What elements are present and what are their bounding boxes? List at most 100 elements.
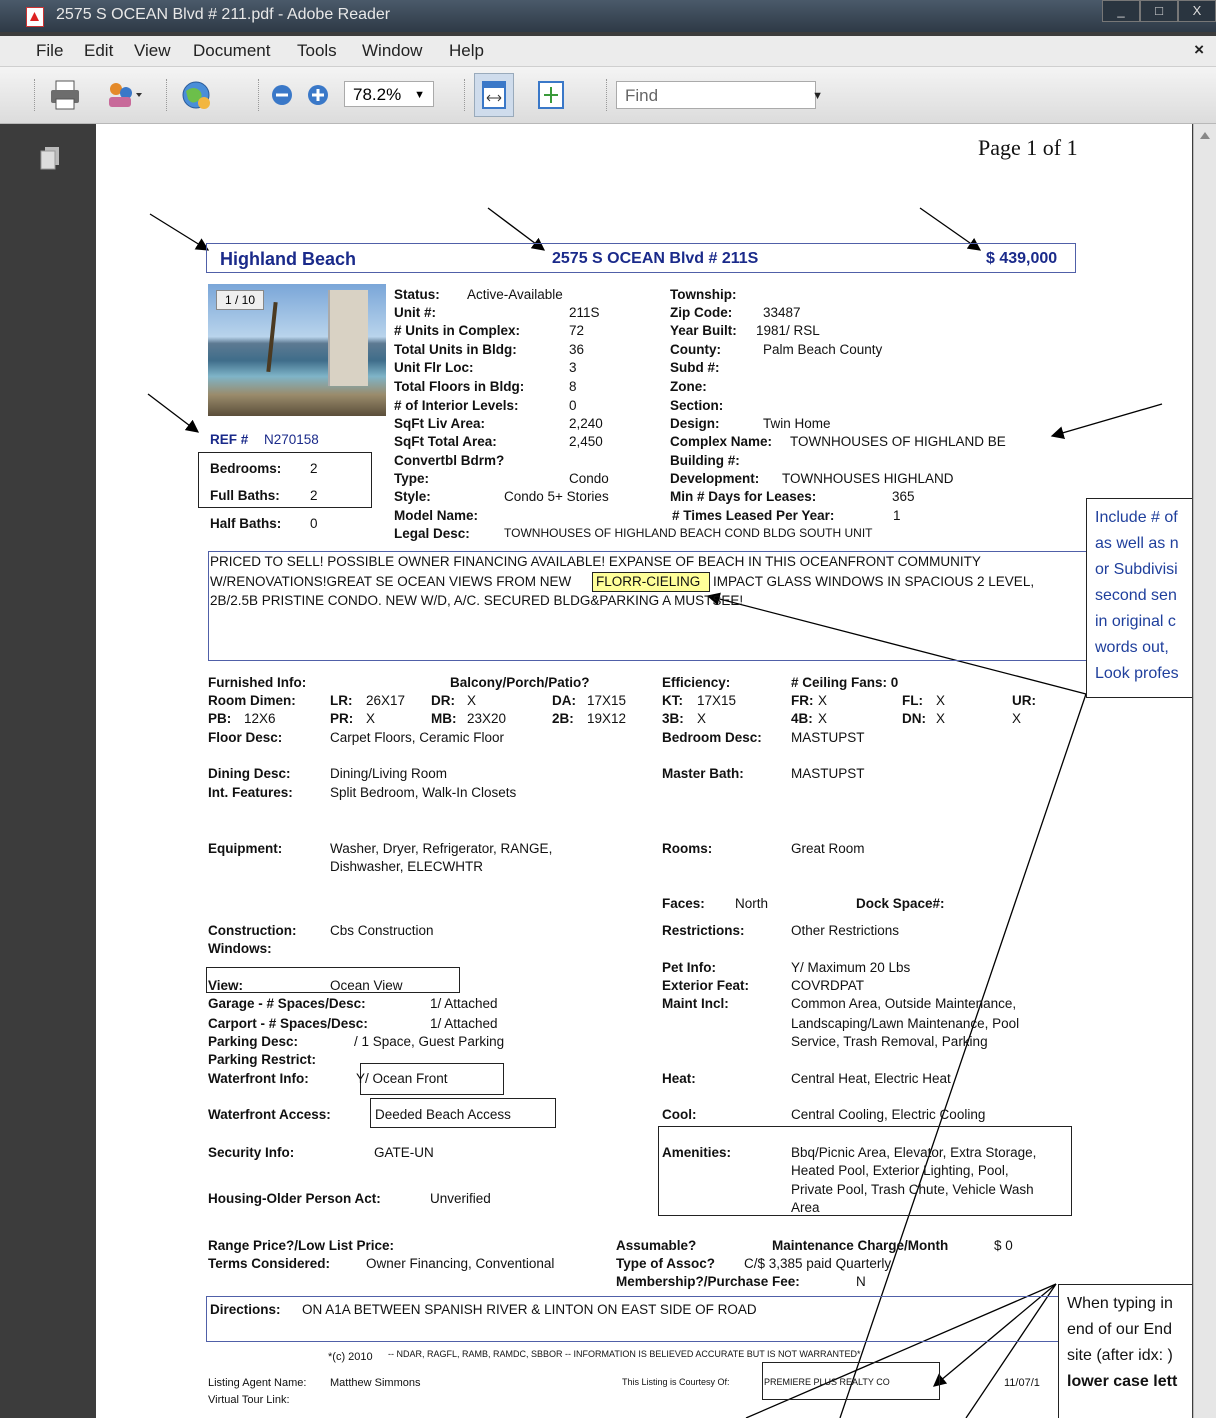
field-value: Condo bbox=[569, 471, 609, 486]
fit-page-icon[interactable] bbox=[536, 79, 566, 111]
lr-value: 26X17 bbox=[366, 693, 406, 708]
remarks-line-2a: W/RENOVATIONS!GREAT SE OCEAN VIEWS FROM … bbox=[210, 574, 572, 589]
faces-value: North bbox=[735, 896, 769, 911]
pages-icon[interactable] bbox=[40, 146, 62, 172]
da-value: 17X15 bbox=[587, 693, 627, 708]
field-value: 1 bbox=[893, 508, 901, 523]
field-label: # of Interior Levels: bbox=[394, 398, 519, 413]
globe-icon[interactable] bbox=[180, 79, 214, 113]
menu-edit[interactable]: Edit bbox=[84, 41, 113, 61]
carport-value: 1/ Attached bbox=[430, 1016, 498, 1031]
parking-desc-value: / 1 Space, Guest Parking bbox=[354, 1034, 505, 1049]
field-label: Design: bbox=[670, 416, 720, 431]
print-icon[interactable] bbox=[48, 79, 82, 111]
4b-value: X bbox=[818, 711, 828, 726]
field-label: County: bbox=[670, 342, 721, 357]
field-label: Total Floors in Bldg: bbox=[394, 379, 525, 394]
carport-label: Carport - # Spaces/Desc: bbox=[208, 1016, 368, 1031]
security-info-label: Security Info: bbox=[208, 1145, 295, 1160]
dn-label: DN: bbox=[902, 711, 926, 726]
chevron-down-icon: ▼ bbox=[812, 90, 823, 102]
equipment-value-1: Washer, Dryer, Refrigerator, RANGE, bbox=[330, 841, 553, 856]
dr-label: DR: bbox=[431, 693, 455, 708]
toolbar-separator bbox=[464, 79, 467, 111]
waterfront-access-value: Deeded Beach Access bbox=[375, 1107, 511, 1122]
directions-value: ON A1A BETWEEN SPANISH RIVER & LINTON ON… bbox=[302, 1302, 757, 1317]
pdf-file-icon bbox=[26, 7, 44, 27]
property-photo[interactable]: 1 / 10 bbox=[208, 284, 386, 416]
find-input[interactable]: Find ▼ bbox=[616, 81, 823, 109]
full-baths-label: Full Baths: bbox=[210, 488, 280, 503]
find-placeholder: Find bbox=[625, 86, 659, 105]
zoom-in-icon[interactable] bbox=[306, 83, 330, 107]
field-value: Active-Available bbox=[467, 287, 563, 302]
equipment-value-2: Dishwasher, ELECWHTR bbox=[330, 859, 484, 874]
field-value: 36 bbox=[569, 342, 585, 357]
close-window-button[interactable]: X bbox=[1178, 0, 1216, 22]
zoom-value: 78.2% bbox=[353, 85, 402, 104]
bedrooms-value: 2 bbox=[310, 461, 318, 476]
zoom-select[interactable]: 78.2% ▼ bbox=[344, 81, 434, 107]
minimize-button[interactable]: _ bbox=[1102, 0, 1140, 22]
menu-document[interactable]: Document bbox=[193, 41, 270, 61]
building-image bbox=[328, 290, 368, 386]
rooms-value: Great Room bbox=[791, 841, 865, 856]
field-label: Subd #: bbox=[670, 360, 720, 375]
pr-label: PR: bbox=[330, 711, 354, 726]
document-page: Page 1 of 1 Highland Beach 2575 S OCEAN … bbox=[96, 124, 1192, 1418]
3b-label: 3B: bbox=[662, 711, 684, 726]
agent-name-label: Listing Agent Name: bbox=[208, 1377, 307, 1389]
field-value: 72 bbox=[569, 323, 585, 338]
field-label: SqFt Liv Area: bbox=[394, 416, 486, 431]
waterfront-info-value: Y/ Ocean Front bbox=[356, 1071, 448, 1086]
menu-file[interactable]: File bbox=[36, 41, 63, 61]
scroll-up-icon[interactable] bbox=[1200, 132, 1210, 139]
field-value: 211S bbox=[569, 305, 600, 320]
maximize-button[interactable]: □ bbox=[1140, 0, 1178, 22]
annotation-line: second sen bbox=[1095, 587, 1177, 604]
exterior-feat-value: COVRDPAT bbox=[791, 978, 865, 993]
amenities-value-4: Area bbox=[791, 1200, 820, 1215]
field-label: Min # Days for Leases: bbox=[670, 489, 817, 504]
waterfront-info-label: Waterfront Info: bbox=[208, 1071, 309, 1086]
annotation-line: words out, bbox=[1095, 639, 1169, 656]
vertical-scrollbar[interactable] bbox=[1193, 124, 1216, 1418]
virtual-tour-label: Virtual Tour Link: bbox=[208, 1394, 290, 1406]
menu-help[interactable]: Help bbox=[449, 41, 484, 61]
assumable-label: Assumable? bbox=[616, 1238, 697, 1253]
lr-label: LR: bbox=[330, 693, 353, 708]
chevron-down-icon: ▼ bbox=[414, 89, 425, 101]
remarks-line-1: PRICED TO SELL! POSSIBLE OWNER FINANCING… bbox=[210, 554, 981, 569]
2b-value: 19X12 bbox=[587, 711, 627, 726]
field-label: Status: bbox=[394, 287, 440, 302]
pet-info-value: Y/ Maximum 20 Lbs bbox=[791, 960, 911, 975]
dr-value: X bbox=[467, 693, 477, 708]
ur-label: UR: bbox=[1012, 693, 1036, 708]
disclaimer-text: -- NDAR, RAGFL, RAMB, RAMDC, SBBOR -- IN… bbox=[388, 1349, 861, 1359]
zoom-out-icon[interactable] bbox=[270, 83, 294, 107]
view-value: Ocean View bbox=[330, 978, 403, 993]
menu-view[interactable]: View bbox=[134, 41, 171, 61]
half-baths-label: Half Baths: bbox=[210, 516, 282, 531]
field-value: 3 bbox=[569, 360, 577, 375]
construction-value: Cbs Construction bbox=[330, 923, 434, 938]
room-dimen-label: Room Dimen: bbox=[208, 693, 296, 708]
dn-value: X bbox=[936, 711, 946, 726]
floor-desc-value: Carpet Floors, Ceramic Floor bbox=[330, 730, 505, 745]
garage-label: Garage - # Spaces/Desc: bbox=[208, 996, 366, 1011]
parking-restrict-label: Parking Restrict: bbox=[208, 1052, 317, 1067]
annotation-line: or Subdivisi bbox=[1095, 561, 1178, 578]
fit-width-button[interactable] bbox=[474, 73, 514, 117]
menu-tools[interactable]: Tools bbox=[297, 41, 337, 61]
field-label: Complex Name: bbox=[670, 434, 773, 449]
maint-incl-value-2: Landscaping/Lawn Maintenance, Pool bbox=[791, 1016, 1020, 1031]
fr-value: X bbox=[818, 693, 828, 708]
field-value: Palm Beach County bbox=[763, 342, 883, 357]
remarks-line-3: 2B/2.5B PRISTINE CONDO. NEW W/D, A/C. SE… bbox=[210, 593, 744, 608]
menu-window[interactable]: Window bbox=[362, 41, 422, 61]
dining-desc-label: Dining Desc: bbox=[208, 766, 291, 781]
agent-name-value: Matthew Simmons bbox=[330, 1377, 421, 1389]
share-icon[interactable] bbox=[104, 79, 144, 111]
close-document-button[interactable]: × bbox=[1194, 40, 1204, 60]
toolbar: 78.2% ▼ Find ▼ bbox=[0, 67, 1216, 124]
